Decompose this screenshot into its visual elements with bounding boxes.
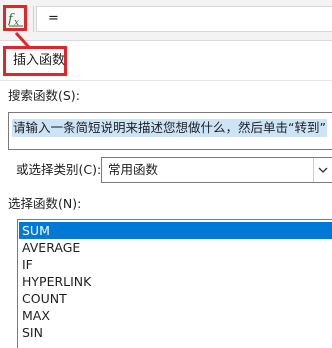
chevron-down-icon: [318, 167, 328, 173]
list-item-sin[interactable]: SIN: [19, 324, 332, 341]
list-item-count[interactable]: COUNT: [19, 290, 332, 307]
category-select[interactable]: 常用函数: [101, 157, 332, 183]
list-item-max[interactable]: MAX: [19, 307, 332, 324]
dialog-title: 插入函数: [13, 53, 66, 68]
category-dropdown-button[interactable]: [313, 158, 332, 182]
formula-bar: f x =: [0, 0, 332, 41]
select-function-label: 选择函数(N):: [8, 196, 82, 211]
search-function-label: 搜索函数(S):: [8, 88, 80, 103]
function-list[interactable]: SUM AVERAGE IF HYPERLINK COUNT MAX SIN: [17, 219, 332, 348]
category-label: 或选择类别(C):: [16, 162, 102, 177]
list-item-hyperlink[interactable]: HYPERLINK: [19, 273, 332, 290]
list-item-sum[interactable]: SUM: [19, 222, 332, 239]
category-value: 常用函数: [108, 162, 159, 177]
fx-icon: f x: [8, 12, 23, 27]
formula-input[interactable]: =: [36, 6, 332, 32]
search-function-value: 请输入一条简短说明来描述您想做什么，然后单击“转到”: [12, 119, 327, 137]
list-item-if[interactable]: IF: [19, 256, 332, 273]
formula-bar-separator: [33, 6, 34, 32]
search-function-input[interactable]: 请输入一条简短说明来描述您想做什么，然后单击“转到”: [8, 112, 332, 150]
divider: [0, 80, 332, 81]
insert-function-button[interactable]: f x: [3, 5, 27, 31]
list-item-average[interactable]: AVERAGE: [19, 239, 332, 256]
dialog-title-highlight: 插入函数: [3, 46, 67, 76]
